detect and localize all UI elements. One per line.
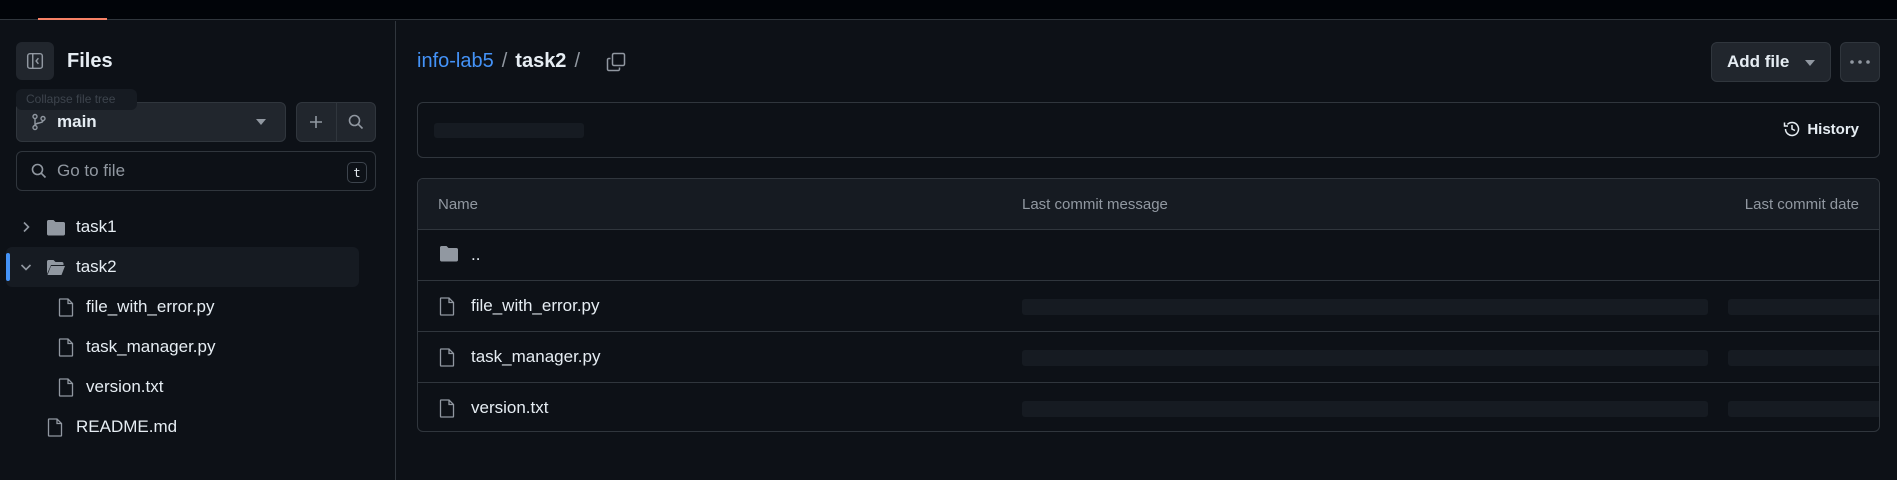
- tree-item-label: README.md: [76, 417, 178, 436]
- column-header-name: Name: [438, 196, 479, 213]
- loading-skeleton: [1022, 350, 1708, 366]
- tree-item-task-manager[interactable]: task_manager.py: [0, 327, 396, 367]
- go-to-file-input[interactable]: [57, 161, 337, 181]
- caret-down-icon: [1805, 60, 1815, 66]
- file-tree: task1 task2 file_with_error.py task_mana…: [0, 207, 396, 447]
- keyboard-shortcut-badge: t: [347, 162, 367, 183]
- tree-item-task2[interactable]: task2: [6, 247, 359, 287]
- table-row-parent[interactable]: ..: [418, 230, 1879, 281]
- latest-commit-bar: History: [417, 102, 1880, 158]
- copy-icon: [606, 52, 626, 71]
- file-link[interactable]: version.txt: [471, 398, 548, 418]
- directory-table: Name Last commit message Last commit dat…: [417, 178, 1880, 432]
- loading-skeleton: [1728, 299, 1879, 315]
- history-button[interactable]: History: [1783, 120, 1859, 138]
- branch-name: main: [57, 112, 97, 131]
- caret-down-icon: [256, 119, 266, 125]
- collapse-file-tree-button[interactable]: [16, 42, 54, 80]
- files-title: Files: [67, 50, 113, 72]
- column-header-commit-message: Last commit message: [1022, 196, 1168, 213]
- loading-skeleton: [1728, 350, 1879, 366]
- go-to-file-field[interactable]: t: [16, 151, 376, 191]
- plus-icon: [310, 116, 323, 128]
- file-icon: [47, 418, 63, 437]
- git-branch-icon: [32, 113, 46, 131]
- tree-item-file-with-error[interactable]: file_with_error.py: [0, 287, 396, 327]
- add-file-label: Add file: [1727, 52, 1790, 71]
- sidebar-collapse-icon: [26, 52, 44, 70]
- loading-skeleton: [1728, 401, 1879, 417]
- chevron-right-icon[interactable]: [20, 221, 32, 233]
- kebab-horizontal-icon: [1850, 60, 1870, 64]
- breadcrumb: info-lab5 / task2 /: [417, 50, 626, 73]
- add-file-button[interactable]: Add file: [1711, 42, 1831, 82]
- breadcrumb-separator: /: [574, 50, 580, 72]
- file-icon: [439, 399, 455, 418]
- file-actions-group: [296, 102, 376, 142]
- folder-icon: [440, 246, 458, 262]
- file-icon: [439, 297, 455, 316]
- tree-item-readme[interactable]: README.md: [0, 407, 396, 447]
- tree-item-label: file_with_error.py: [86, 297, 215, 316]
- tree-item-label: version.txt: [86, 377, 164, 396]
- folder-open-icon: [47, 260, 65, 275]
- loading-skeleton: [434, 123, 584, 138]
- main-content: info-lab5 / task2 / Add file History Nam…: [397, 21, 1897, 480]
- table-header: Name Last commit message Last commit dat…: [418, 179, 1879, 230]
- history-label: History: [1807, 120, 1859, 138]
- breadcrumb-current: task2: [515, 50, 567, 72]
- chevron-down-icon[interactable]: [20, 261, 32, 273]
- tree-item-task1[interactable]: task1: [0, 207, 396, 247]
- file-icon: [58, 378, 74, 397]
- copy-path-button[interactable]: [606, 52, 626, 72]
- file-icon: [58, 338, 74, 357]
- file-link[interactable]: file_with_error.py: [471, 296, 600, 316]
- tree-item-label: task1: [76, 217, 117, 236]
- column-header-commit-date: Last commit date: [1744, 196, 1859, 213]
- more-options-button[interactable]: [1840, 42, 1880, 82]
- search-code-button[interactable]: [337, 103, 376, 141]
- search-icon: [348, 114, 363, 130]
- breadcrumb-repo-link[interactable]: info-lab5: [417, 50, 494, 73]
- active-tab-underline: [38, 18, 107, 20]
- table-row: task_manager.py: [418, 332, 1879, 383]
- file-icon: [58, 298, 74, 317]
- search-icon: [31, 163, 47, 179]
- table-row: version.txt: [418, 383, 1879, 431]
- folder-icon: [47, 220, 65, 236]
- parent-directory-link[interactable]: ..: [471, 245, 480, 265]
- tree-item-label: task_manager.py: [86, 337, 216, 356]
- collapse-tooltip: Collapse file tree: [16, 89, 137, 110]
- loading-skeleton: [1022, 401, 1708, 417]
- loading-skeleton: [1022, 299, 1708, 315]
- tree-item-label: task2: [76, 257, 117, 276]
- top-navigation-strip: [0, 0, 1897, 20]
- table-row: file_with_error.py: [418, 281, 1879, 332]
- tree-item-version[interactable]: version.txt: [0, 367, 396, 407]
- add-file-tree-button[interactable]: [297, 103, 337, 141]
- file-tree-sidebar: Files main Collapse file tree t task1 ta…: [0, 21, 396, 480]
- file-icon: [439, 348, 455, 367]
- history-icon: [1784, 121, 1800, 137]
- file-link[interactable]: task_manager.py: [471, 347, 600, 367]
- breadcrumb-separator: /: [501, 50, 508, 72]
